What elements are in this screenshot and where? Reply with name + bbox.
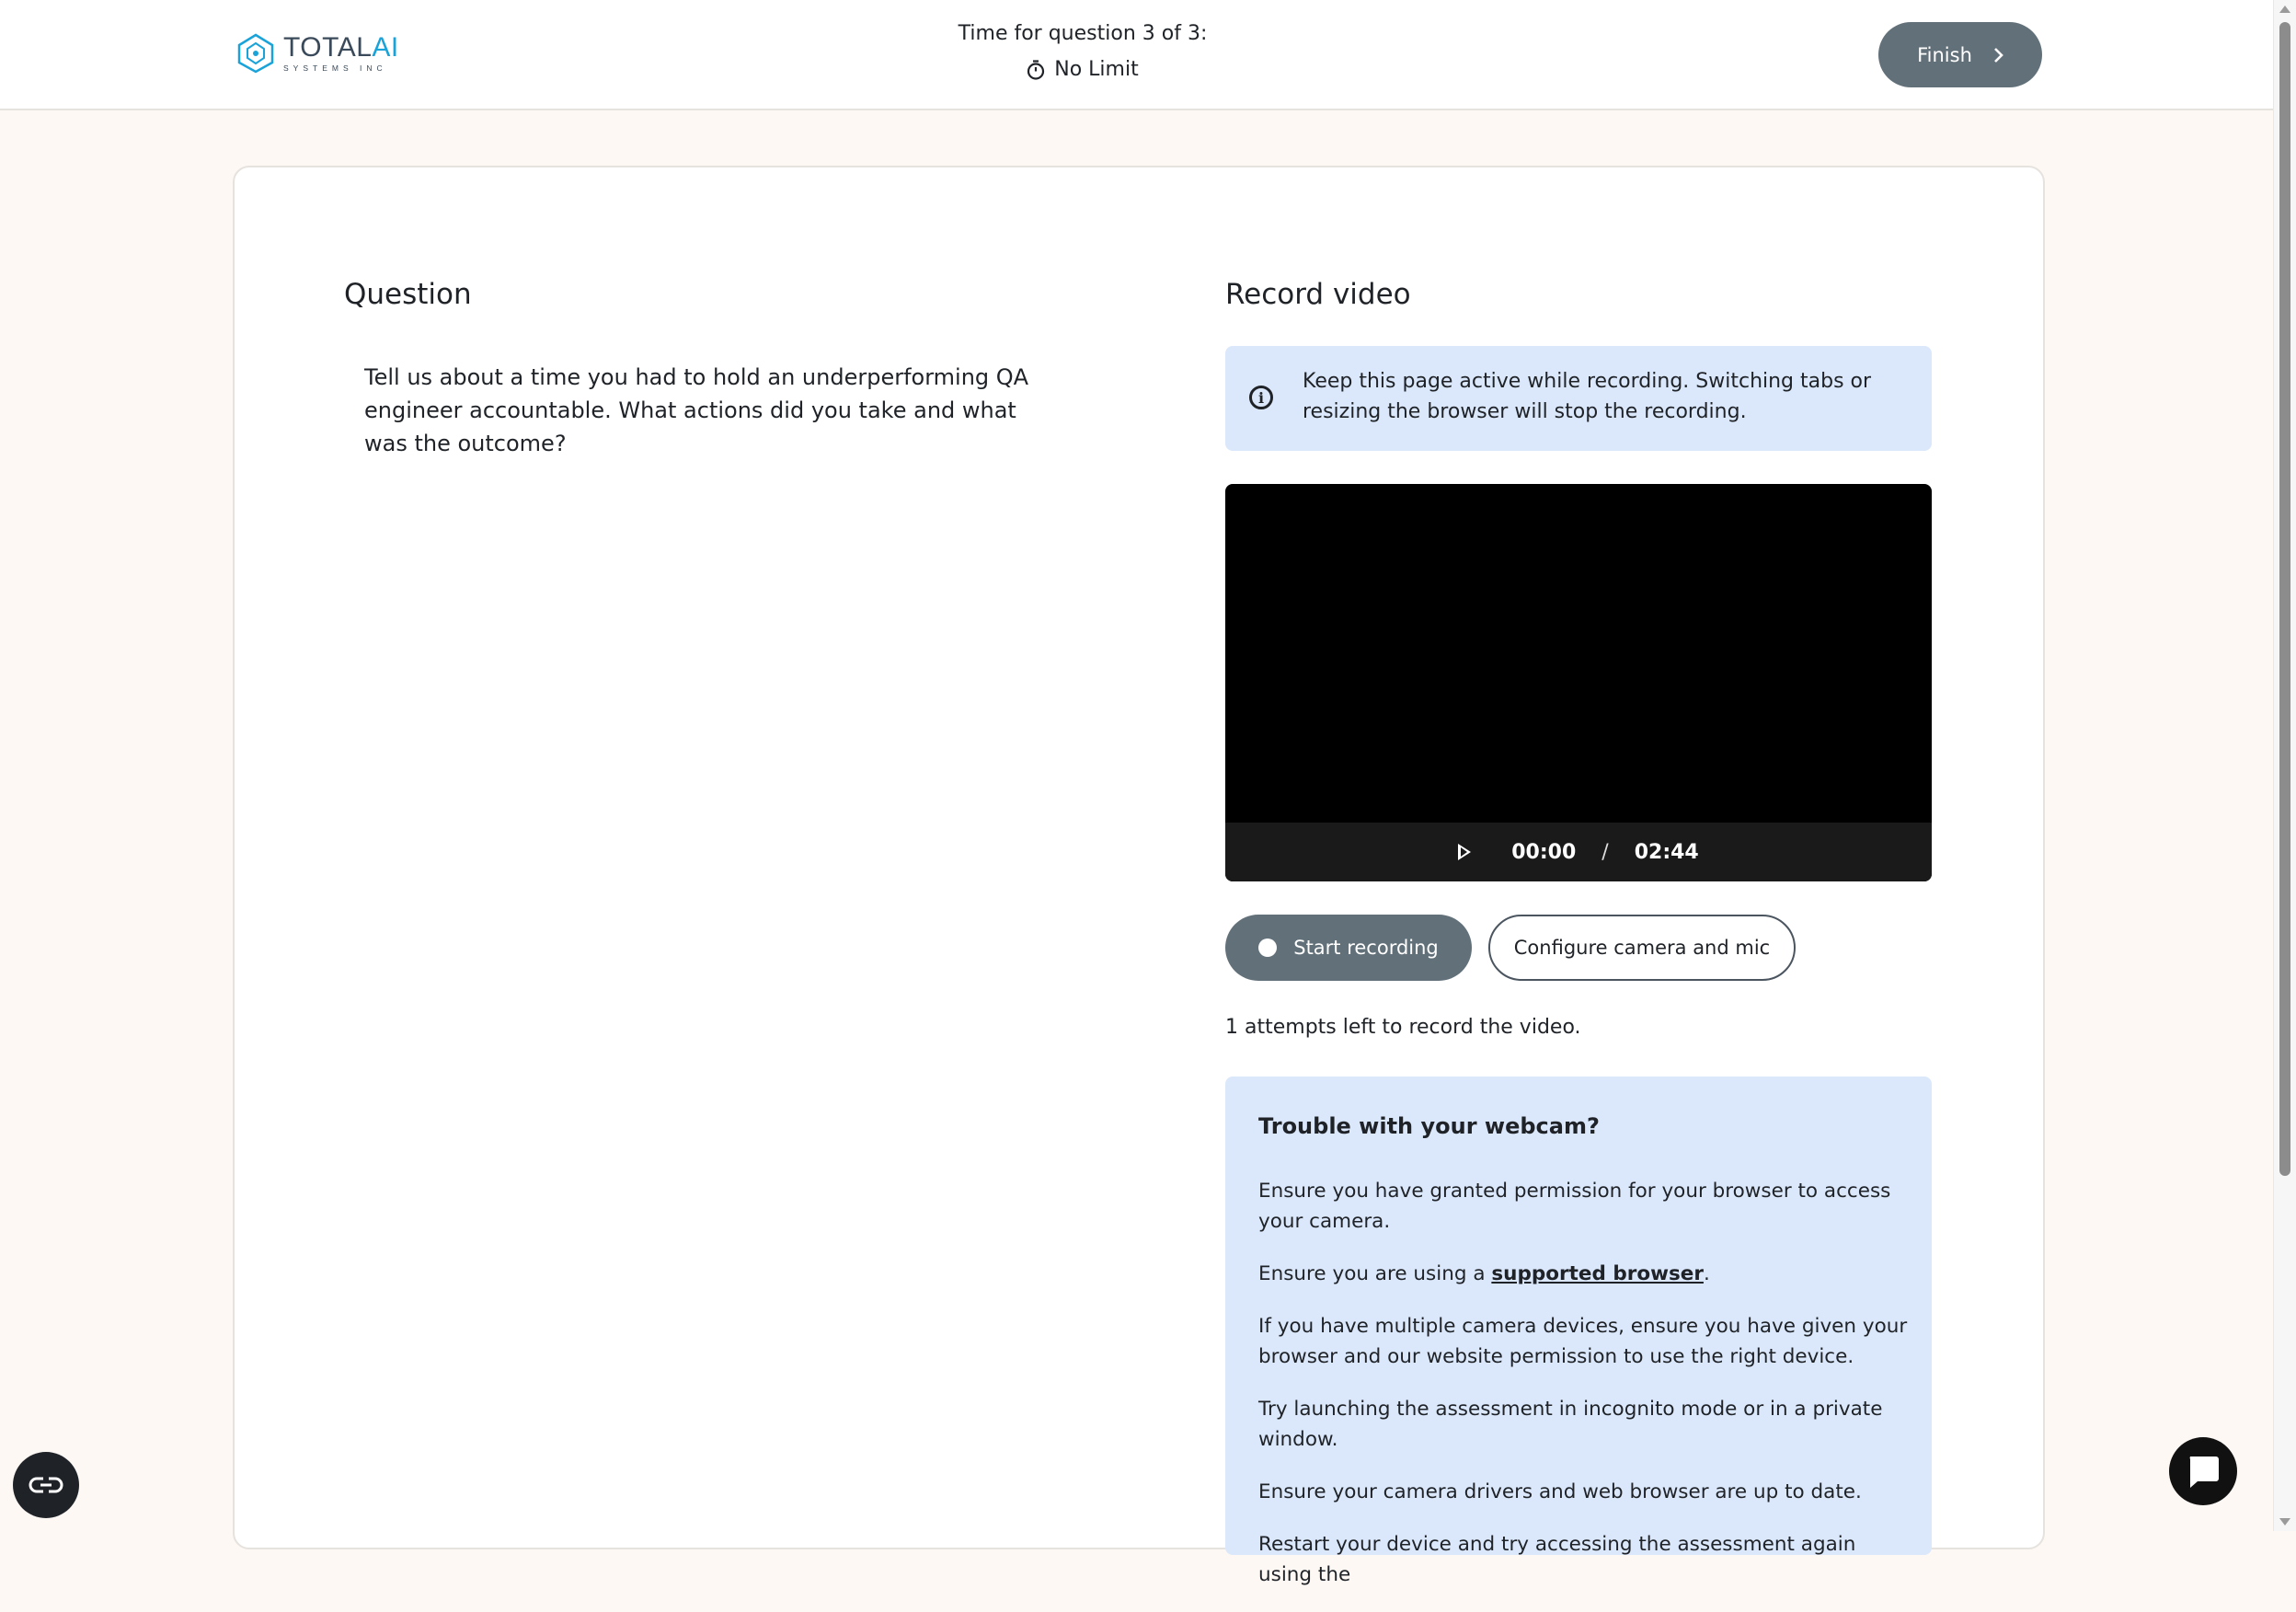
troubleshooting-item: Restart your device and try accessing th… (1258, 1533, 1856, 1586)
company-logo: TOTALAI SYSTEMS INC (235, 31, 399, 75)
video-duration: 02:44 (1634, 840, 1699, 864)
logo-tagline: SYSTEMS INC (283, 63, 387, 74)
totalai-logo-icon (237, 33, 274, 74)
info-icon: i (1249, 386, 1273, 409)
record-dot-icon (1258, 938, 1278, 957)
recording-info-banner: i Keep this page active while recording.… (1225, 346, 1932, 451)
configure-camera-mic-button[interactable]: Configure camera and mic (1488, 915, 1796, 981)
accessibility-icon (29, 1477, 63, 1493)
record-video-heading: Record video (1225, 278, 1411, 311)
video-current-time: 00:00 (1511, 840, 1577, 864)
finish-button[interactable]: Finish (1878, 22, 2042, 87)
question-heading: Question (344, 278, 472, 311)
troubleshooting-list: Ensure you have granted permission for y… (1258, 1176, 1913, 1612)
troubleshooting-item: Ensure you are using a supported browser… (1258, 1262, 1710, 1285)
top-bar: TOTALAI SYSTEMS INC Time for question 3 … (0, 0, 2274, 110)
logo-wordmark: TOTALAI (283, 32, 399, 63)
timer-value: No Limit (1054, 58, 1139, 81)
scroll-up-arrow-icon[interactable] (2279, 6, 2290, 13)
play-icon[interactable] (1458, 844, 1472, 860)
question-text: Tell us about a time you had to hold an … (364, 364, 1029, 456)
configure-label: Configure camera and mic (1513, 937, 1771, 959)
timer-title: Time for question 3 of 3: (958, 22, 1208, 45)
chat-button[interactable] (2169, 1437, 2237, 1505)
supported-browser-link[interactable]: supported browser (1491, 1262, 1704, 1285)
info-text: Keep this page active while recording. S… (1303, 370, 1872, 423)
time-separator: / (1601, 840, 1609, 864)
chevron-right-icon (1993, 47, 2003, 63)
troubleshooting-item: Ensure you have granted permission for y… (1258, 1180, 1891, 1233)
chat-icon (2189, 1457, 2219, 1488)
webcam-troubleshooting-panel: Trouble with your webcam? Ensure you hav… (1225, 1077, 1932, 1586)
start-recording-button[interactable]: Start recording (1225, 915, 1472, 981)
stopwatch-icon (1027, 59, 1045, 80)
troubleshooting-item: If you have multiple camera devices, ens… (1258, 1315, 1908, 1368)
scrollbar-thumb[interactable] (2279, 22, 2290, 1176)
page-scrollbar[interactable] (2273, 0, 2296, 1531)
video-controls: 00:00 / 02:44 (1225, 823, 1932, 881)
troubleshooting-title: Trouble with your webcam? (1258, 1113, 1600, 1139)
troubleshooting-item: Try launching the assessment in incognit… (1258, 1398, 1883, 1451)
scroll-down-arrow-icon[interactable] (2279, 1518, 2290, 1526)
video-preview[interactable]: 00:00 / 02:44 (1225, 484, 1932, 881)
troubleshooting-item: Ensure your camera drivers and web brows… (1258, 1480, 1862, 1503)
finish-label: Finish (1917, 43, 1972, 66)
accessibility-button[interactable] (13, 1452, 79, 1518)
attempts-left-text: 1 attempts left to record the video. (1225, 1016, 1581, 1039)
start-recording-label: Start recording (1293, 937, 1439, 959)
question-timer: Time for question 3 of 3: No Limit (920, 22, 1246, 81)
